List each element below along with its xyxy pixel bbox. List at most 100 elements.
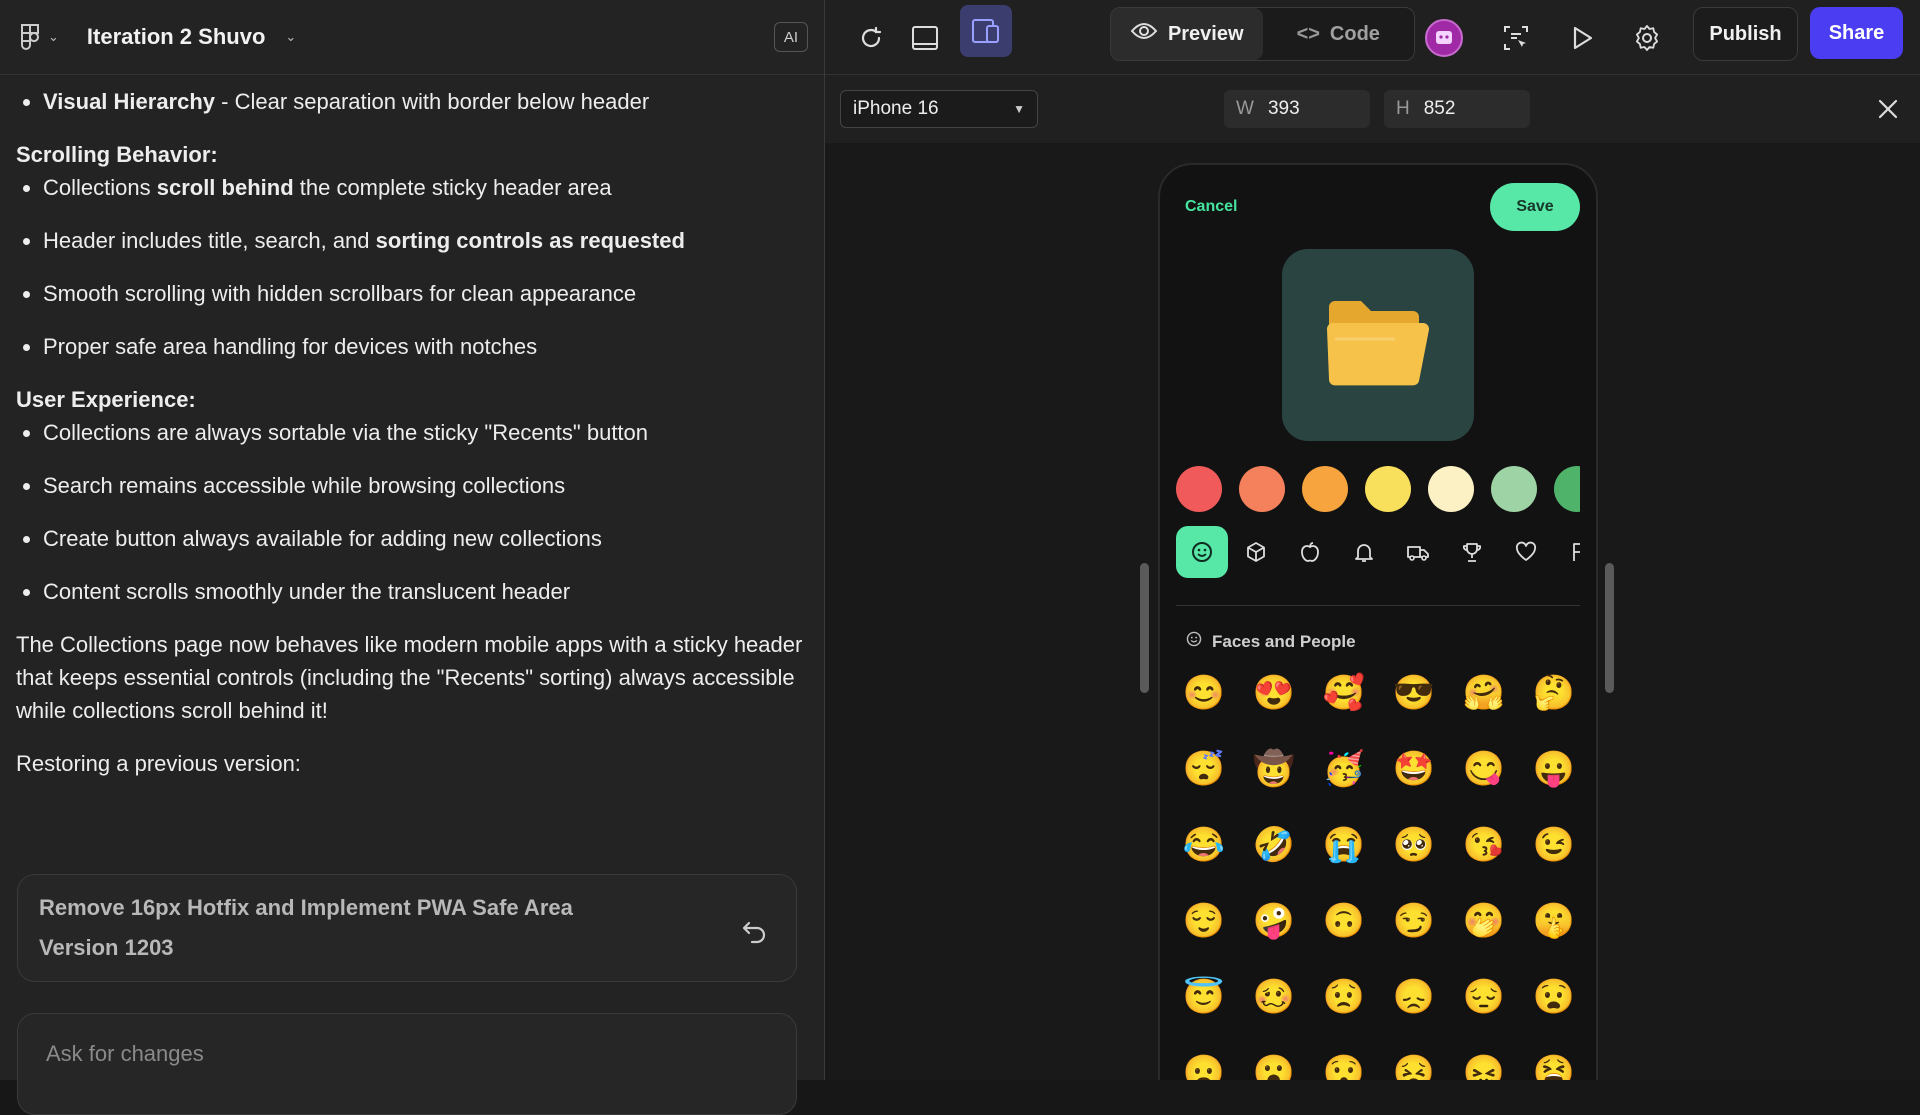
publish-button[interactable]: Publish	[1693, 7, 1798, 61]
emoji-option[interactable]: 😊	[1176, 665, 1232, 721]
emoji-option[interactable]: 🤣	[1246, 817, 1302, 873]
heart-icon[interactable]	[1500, 526, 1552, 578]
emoji-section-header: Faces and People	[1186, 631, 1356, 652]
chevron-down-icon: ▼	[1013, 102, 1025, 116]
emoji-option[interactable]: 😴	[1176, 741, 1232, 797]
emoji-option[interactable]: 🥴	[1246, 969, 1302, 1025]
share-button[interactable]: Share	[1810, 7, 1903, 59]
list-item: Header includes title, search, and sorti…	[43, 224, 808, 257]
emoji-option[interactable]: 😌	[1176, 893, 1232, 949]
apple-icon[interactable]	[1284, 526, 1336, 578]
emoji-option[interactable]: 🥺	[1386, 817, 1442, 873]
eye-icon	[1130, 21, 1158, 47]
list-item: Smooth scrolling with hidden scrollbars …	[43, 277, 808, 310]
resize-handle-right[interactable]	[1605, 563, 1614, 693]
color-swatch[interactable]	[1239, 466, 1285, 512]
emoji-option[interactable]: 🤪	[1246, 893, 1302, 949]
save-button[interactable]: Save	[1490, 183, 1580, 231]
height-field[interactable]: H 852	[1384, 90, 1530, 128]
width-field[interactable]: W 393	[1224, 90, 1370, 128]
restore-version-card[interactable]: Remove 16px Hotfix and Implement PWA Saf…	[17, 874, 797, 982]
flag-icon[interactable]	[1554, 526, 1580, 578]
emoji-option[interactable]: 😍	[1246, 665, 1302, 721]
emoji-option[interactable]: 😋	[1456, 741, 1512, 797]
emoji-option[interactable]: 😫	[1526, 1045, 1582, 1080]
color-swatch[interactable]	[1302, 466, 1348, 512]
emoji-option[interactable]: 🤫	[1526, 893, 1582, 949]
inspect-icon[interactable]	[1494, 16, 1538, 60]
emoji-option[interactable]: 😏	[1386, 893, 1442, 949]
emoji-option[interactable]: 🤭	[1456, 893, 1512, 949]
emoji-option[interactable]: 🤠	[1246, 741, 1302, 797]
emoji-option[interactable]: 🥰	[1316, 665, 1372, 721]
restore-card-title: Remove 16px Hotfix and Implement PWA Saf…	[39, 895, 573, 920]
user-avatar-icon[interactable]	[1422, 16, 1466, 60]
preview-toolbar: Preview <> Code Publish Share	[825, 0, 1920, 75]
color-swatch[interactable]	[1176, 466, 1222, 512]
trophy-icon[interactable]	[1446, 526, 1498, 578]
close-icon[interactable]	[1876, 97, 1900, 121]
preview-panel: Preview <> Code Publish Share iPhone 16 …	[825, 0, 1920, 1080]
color-swatch[interactable]	[1365, 466, 1411, 512]
emoji-option[interactable]: 🤗	[1456, 665, 1512, 721]
resize-handle-left[interactable]	[1140, 563, 1149, 693]
code-tab[interactable]: <> Code	[1263, 8, 1415, 60]
list-item: Collections scroll behind the complete s…	[43, 171, 808, 204]
emoji-option[interactable]: 😇	[1176, 969, 1232, 1025]
project-title[interactable]: Iteration 2 Shuvo	[87, 24, 265, 50]
emoji-option[interactable]: 🥳	[1316, 741, 1372, 797]
ai-badge[interactable]: AI	[774, 22, 808, 52]
cancel-button[interactable]: Cancel	[1185, 198, 1237, 216]
ask-input-box[interactable]	[17, 1013, 797, 1115]
car-icon[interactable]	[1392, 526, 1444, 578]
emoji-option[interactable]: 😣	[1386, 1045, 1442, 1080]
bell-icon[interactable]	[1338, 526, 1390, 578]
refresh-icon[interactable]	[849, 16, 893, 60]
emoji-option[interactable]: 😟	[1316, 969, 1372, 1025]
list-item: Collections are always sortable via the …	[43, 416, 808, 449]
list-item: Content scrolls smoothly under the trans…	[43, 575, 808, 608]
ask-input[interactable]	[44, 1040, 748, 1068]
cube-icon[interactable]	[1230, 526, 1282, 578]
emoji-option[interactable]: 😉	[1526, 817, 1582, 873]
summary-text: The Collections page now behaves like mo…	[16, 632, 803, 723]
emoji-option[interactable]: 😮	[1246, 1045, 1302, 1080]
emoji-option[interactable]: 😛	[1526, 741, 1582, 797]
emoji-option[interactable]: 🙃	[1316, 893, 1372, 949]
list-item: Proper safe area handling for devices wi…	[43, 330, 808, 363]
responsive-view-icon[interactable]	[960, 5, 1012, 57]
chat-panel: ⌄ Iteration 2 Shuvo ⌄ AI Visual Hierarch…	[0, 0, 825, 1115]
play-icon[interactable]	[1560, 16, 1604, 60]
chevron-down-icon[interactable]: ⌄	[48, 29, 59, 45]
undo-icon[interactable]	[740, 915, 770, 945]
project-menu-chevron-icon[interactable]: ⌄	[285, 29, 296, 45]
color-swatch[interactable]	[1491, 466, 1537, 512]
view-mode-toggle: Preview <> Code	[1110, 7, 1415, 61]
emoji-option[interactable]: 🤩	[1386, 741, 1442, 797]
emoji-option[interactable]: 😘	[1456, 817, 1512, 873]
emoji-option[interactable]: 😞	[1386, 969, 1442, 1025]
color-swatches	[1176, 466, 1580, 512]
list-item: Create button always available for addin…	[43, 522, 808, 555]
app-logo-icon[interactable]	[16, 23, 44, 51]
emoji-option[interactable]: 😎	[1386, 665, 1442, 721]
collection-icon-preview	[1282, 249, 1474, 441]
emoji-option[interactable]: 🤔	[1526, 665, 1582, 721]
device-select[interactable]: iPhone 16 ▼	[840, 90, 1038, 128]
preview-tab[interactable]: Preview	[1111, 8, 1263, 60]
folder-icon	[1323, 295, 1433, 396]
smiley-icon[interactable]	[1176, 526, 1228, 578]
emoji-option[interactable]: 😂	[1176, 817, 1232, 873]
settings-icon[interactable]	[1625, 16, 1669, 60]
emoji-option[interactable]: 😔	[1456, 969, 1512, 1025]
emoji-option[interactable]: 😖	[1456, 1045, 1512, 1080]
tablet-view-icon[interactable]	[903, 16, 947, 60]
section-heading: User Experience:	[16, 387, 196, 412]
emoji-option[interactable]: 😯	[1316, 1045, 1372, 1080]
color-swatch[interactable]	[1428, 466, 1474, 512]
chat-messages: Visual Hierarchy - Clear separation with…	[0, 75, 824, 780]
emoji-option[interactable]: 😭	[1316, 817, 1372, 873]
emoji-option[interactable]: 😧	[1526, 969, 1582, 1025]
emoji-option[interactable]: 😦	[1176, 1045, 1232, 1080]
color-swatch[interactable]	[1554, 466, 1580, 512]
